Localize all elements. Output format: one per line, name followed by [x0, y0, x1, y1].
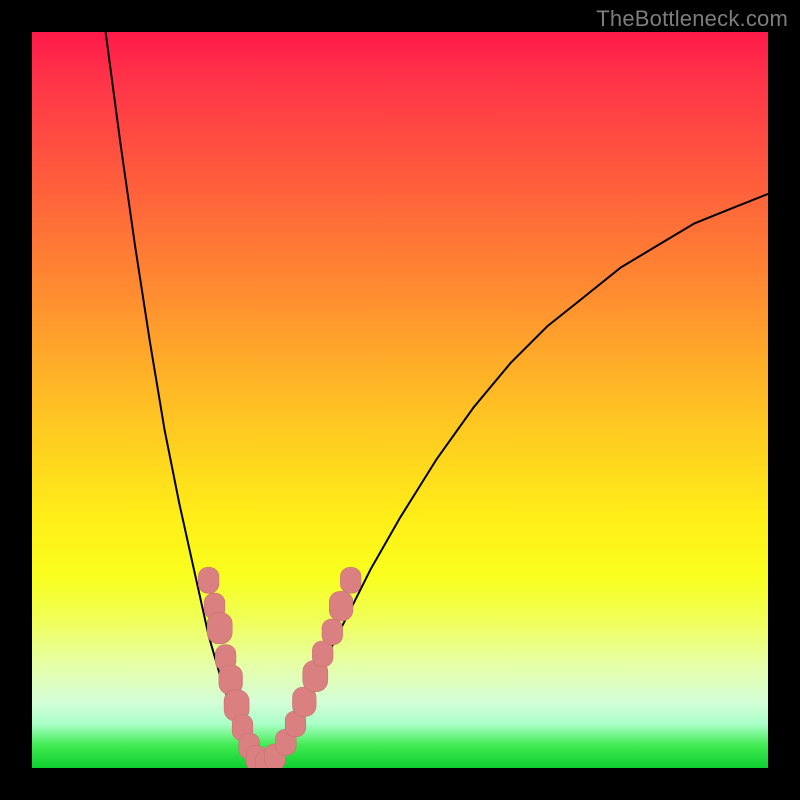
curve-marker	[207, 613, 232, 644]
watermark-text: TheBottleneck.com	[596, 6, 788, 32]
curve-segment	[260, 194, 768, 768]
chart-frame: TheBottleneck.com	[0, 0, 800, 800]
plot-area	[32, 32, 768, 768]
curve-segment	[106, 32, 261, 768]
curve-marker	[329, 591, 353, 620]
curve-marker	[340, 567, 361, 593]
marker-group	[198, 567, 361, 768]
curve-marker	[322, 619, 343, 645]
curve-marker	[198, 567, 219, 593]
curve-svg	[32, 32, 768, 768]
bottleneck-curve	[106, 32, 768, 768]
